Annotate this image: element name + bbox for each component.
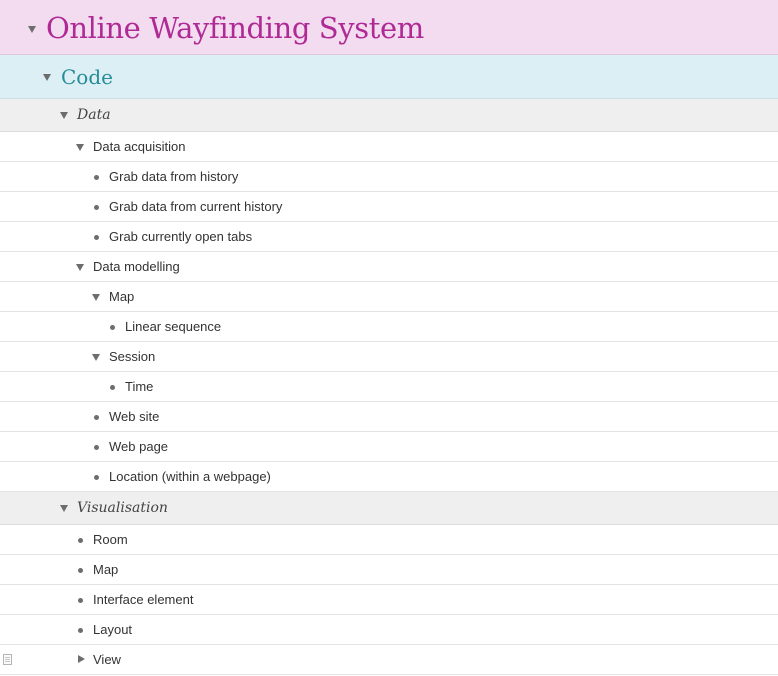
- outline-row-map: Map: [0, 282, 778, 312]
- outline-item-label[interactable]: Grab currently open tabs: [109, 229, 252, 244]
- outline-item-label[interactable]: Location (within a webpage): [109, 469, 271, 484]
- outline-row: Web site: [0, 402, 778, 432]
- expand-triangle-icon[interactable]: [78, 655, 85, 663]
- outline-row-visualisation: Visualisation: [0, 492, 778, 525]
- outline-row: Location (within a webpage): [0, 462, 778, 492]
- outline-item-label[interactable]: Linear sequence: [125, 319, 221, 334]
- bullet-icon: [78, 538, 83, 543]
- outline-row: Time: [0, 372, 778, 402]
- bullet-icon: [78, 598, 83, 603]
- bullet-icon: [94, 445, 99, 450]
- outline-row-code: Code: [0, 55, 778, 99]
- outline-row-data-acquisition: Data acquisition: [0, 132, 778, 162]
- section-heading-visualisation[interactable]: Visualisation: [77, 500, 168, 516]
- outline-item-label[interactable]: Session: [109, 349, 155, 364]
- outline-item-label[interactable]: Web site: [109, 409, 159, 424]
- outline-item-label[interactable]: Time: [125, 379, 153, 394]
- outline-row-view: View: [0, 645, 778, 675]
- heading-code[interactable]: Code: [61, 65, 113, 89]
- outline-row: Grab data from current history: [0, 192, 778, 222]
- outline-row: Grab data from history: [0, 162, 778, 192]
- bullet-icon: [94, 175, 99, 180]
- collapse-triangle-icon[interactable]: [92, 354, 100, 361]
- collapse-triangle-icon[interactable]: [76, 264, 84, 271]
- bullet-icon: [78, 628, 83, 633]
- bullet-icon: [78, 568, 83, 573]
- outline-item-label[interactable]: Map: [109, 289, 134, 304]
- outline-item-label[interactable]: Room: [93, 532, 128, 547]
- section-heading-data[interactable]: Data: [77, 107, 111, 123]
- collapse-triangle-icon[interactable]: [28, 26, 36, 33]
- collapse-triangle-icon[interactable]: [92, 294, 100, 301]
- outline-item-label[interactable]: Web page: [109, 439, 168, 454]
- collapse-triangle-icon[interactable]: [60, 505, 68, 512]
- outline-item-label[interactable]: Layout: [93, 622, 132, 637]
- collapse-triangle-icon[interactable]: [43, 74, 51, 81]
- outline-item-label[interactable]: Data acquisition: [93, 139, 186, 154]
- document-icon[interactable]: [3, 654, 12, 665]
- bullet-icon: [110, 325, 115, 330]
- bullet-icon: [94, 205, 99, 210]
- outline-item-label[interactable]: Grab data from current history: [109, 199, 282, 214]
- outline-item-label[interactable]: Grab data from history: [109, 169, 238, 184]
- outline-row: Map: [0, 555, 778, 585]
- outline-row: Layout: [0, 615, 778, 645]
- bullet-icon: [110, 385, 115, 390]
- outline-item-label[interactable]: Data modelling: [93, 259, 180, 274]
- outline-row: Grab currently open tabs: [0, 222, 778, 252]
- outline-item-label[interactable]: View: [93, 652, 121, 667]
- bullet-icon: [94, 475, 99, 480]
- outline-item-label[interactable]: Map: [93, 562, 118, 577]
- outline-item-label[interactable]: Interface element: [93, 592, 193, 607]
- outline-row: Web page: [0, 432, 778, 462]
- page-title[interactable]: Online Wayfinding System: [46, 11, 424, 45]
- outline-row-session: Session: [0, 342, 778, 372]
- outline-row: Linear sequence: [0, 312, 778, 342]
- outline-row-data: Data: [0, 99, 778, 132]
- collapse-triangle-icon[interactable]: [60, 112, 68, 119]
- collapse-triangle-icon[interactable]: [76, 144, 84, 151]
- outline-row-data-modelling: Data modelling: [0, 252, 778, 282]
- bullet-icon: [94, 415, 99, 420]
- outline-row: Room: [0, 525, 778, 555]
- bullet-icon: [94, 235, 99, 240]
- outline-row: Interface element: [0, 585, 778, 615]
- outline-row-title: Online Wayfinding System: [0, 0, 778, 55]
